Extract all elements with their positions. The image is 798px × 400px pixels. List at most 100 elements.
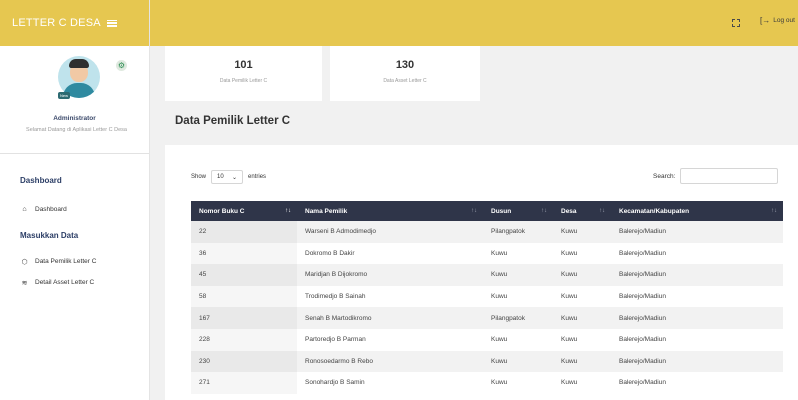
cell-dusun: Kuwu (491, 336, 508, 344)
search-label: Search: (653, 172, 676, 180)
hamburger-icon[interactable] (106, 19, 117, 27)
cell-kecamatan: Balerejo/Madiun (619, 293, 666, 301)
table-row: 167 Senah B Martodikromo Pilangpatok Kuw… (191, 307, 783, 329)
cell-desa: Kuwu (553, 350, 611, 373)
profile-panel: New ⚙ Administrator Selamat Datang di Ap… (0, 46, 149, 154)
home-icon: ⌂ (22, 206, 27, 213)
cube-icon: ⬡ (21, 258, 28, 266)
show-label: Show (191, 174, 207, 180)
topbar: [→ Log out (150, 0, 798, 46)
search-control: Search: (653, 168, 779, 184)
layers-icon: ≋ (21, 279, 28, 287)
sort-icon: ↑↓ (471, 208, 477, 214)
sort-icon: ↑↓ (771, 208, 777, 214)
table-row: 230 Ronosoedarmo B Rebo Kuwu Kuwu Balere… (191, 350, 783, 373)
logout-icon: [→ (760, 16, 771, 25)
cell-kecamatan: Balerejo/Madiun (611, 264, 783, 286)
nav-section-dashboard: Dashboard (20, 176, 62, 185)
sidebar-item-label: Detail Asset Letter C (35, 279, 95, 286)
table-row: 271 Sonohardjo B Samin Kuwu Kuwu Balerej… (191, 372, 783, 394)
entries-label: entries (248, 174, 267, 180)
cell-nomor: 228 (191, 328, 297, 351)
table-row: 36 Dokromo B Dakir Kuwu Kuwu Balerejo/Ma… (191, 242, 783, 265)
cell-desa: Kuwu (561, 293, 578, 301)
page-title: Data Pemilik Letter C (175, 115, 291, 127)
table-header-row: Nomor Buku C ↑↓ Nama Pemilik ↑↓ Dusun ↑↓ De… (191, 201, 783, 221)
table-row: 45 Maridjan B Dijokromo Kuwu Kuwu Balere… (191, 264, 783, 286)
brand-title[interactable]: LETTER C DESA (12, 17, 101, 29)
stat-label: Data Asset Letter C (383, 78, 427, 84)
table-row: 22 Warseni B Admodimedjo Pilangpatok Kuw… (191, 221, 783, 243)
cell-nama: Ronosoedarmo B Rebo (297, 350, 483, 373)
fullscreen-icon[interactable] (732, 19, 740, 27)
sort-icon: ↑↓ (599, 208, 605, 214)
cell-desa: Kuwu (553, 307, 611, 329)
gear-icon[interactable]: ⚙ (116, 60, 127, 71)
entries-value: 10 (217, 174, 224, 180)
column-header-nomor[interactable]: Nomor Buku C ↑↓ (191, 201, 297, 221)
stat-label: Data Pemilik Letter C (219, 78, 268, 84)
profile-name: Administrator (53, 115, 96, 122)
table-row: 58 Trodimedjo B Sainah Kuwu Kuwu Balerej… (191, 285, 783, 308)
sidebar-item-dashboard[interactable]: ⌂ Dashboard (20, 205, 67, 214)
cell-kecamatan: Balerejo/Madiun (611, 350, 783, 373)
stat-value: 130 (395, 59, 415, 71)
logout-button[interactable]: [→ Log out (760, 16, 795, 25)
cell-nama: Trodimedjo B Sainah (305, 293, 366, 301)
column-header-kecamatan[interactable]: Kecamatan/Kabupaten ↑↓ (611, 201, 783, 221)
cell-nomor: 58 (191, 285, 297, 308)
sidebar-item-label: Dashboard (35, 206, 67, 213)
column-header-nama[interactable]: Nama Pemilik ↑↓ (297, 201, 483, 221)
cell-nama: Warseni B Admodimedjo (297, 221, 483, 243)
cell-nama: Dokromo B Dakir (305, 249, 355, 257)
cell-nama: Sonohardjo B Samin (305, 379, 365, 387)
cell-dusun: Pilangpatok (483, 307, 553, 329)
avatar-badge: New (58, 92, 70, 99)
cell-kecamatan: Balerejo/Madiun (619, 379, 666, 387)
cell-dusun: Kuwu (483, 264, 553, 286)
table-row: 228 Partoredjo B Parman Kuwu Kuwu Balere… (191, 328, 783, 351)
stat-card-asset: 130 Data Asset Letter C (330, 46, 480, 101)
nav-section-input: Masukkan Data (20, 231, 79, 240)
search-input[interactable] (680, 168, 779, 184)
sort-icon: ↑↓ (541, 208, 547, 214)
brand-bar: LETTER C DESA (0, 0, 149, 46)
column-header-dusun[interactable]: Dusun ↑↓ (483, 201, 553, 221)
cell-desa: Kuwu (561, 379, 578, 387)
sidebar-item-pemilik[interactable]: ⬡ Data Pemilik Letter C (20, 257, 96, 266)
cell-desa: Kuwu (561, 336, 578, 344)
chevron-down-icon: ⌄ (231, 174, 238, 181)
profile-welcome: Selamat Datang di Aplikasi Letter C Desa (26, 127, 127, 133)
cell-nama: Partoredjo B Parman (305, 336, 366, 344)
stat-card-pemilik: 101 Data Pemilik Letter C (165, 46, 322, 101)
stat-value: 101 (234, 59, 253, 71)
data-table: Nomor Buku C ↑↓ Nama Pemilik ↑↓ Dusun ↑↓ De… (191, 201, 783, 394)
cell-desa: Kuwu (553, 221, 611, 243)
cell-nomor: 36 (191, 242, 297, 265)
cell-nomor: 22 (191, 221, 297, 243)
entries-select[interactable]: 10 ⌄ (211, 170, 244, 184)
cell-desa: Kuwu (561, 249, 578, 257)
sort-icon: ↑↓ (285, 208, 291, 214)
table-card: Show 10 ⌄ entries Search: Nomor Buku C ↑↓… (165, 145, 798, 400)
cell-nomor: 45 (191, 264, 297, 286)
column-header-desa[interactable]: Desa ↑↓ (553, 201, 611, 221)
cell-kecamatan: Balerejo/Madiun (619, 336, 666, 344)
cell-dusun: Kuwu (483, 350, 553, 373)
cell-nomor: 271 (191, 372, 297, 394)
cell-nomor: 167 (191, 307, 297, 329)
cell-dusun: Pilangpatok (483, 221, 553, 243)
cell-dusun: Kuwu (491, 249, 508, 257)
sidebar-item-label: Data Pemilik Letter C (35, 258, 97, 265)
sidebar: LETTER C DESA New ⚙ Administrator Selama… (0, 0, 150, 400)
cell-desa: Kuwu (553, 264, 611, 286)
cell-nomor: 230 (191, 350, 297, 373)
cell-kecamatan: Balerejo/Madiun (619, 249, 666, 257)
cell-nama: Senah B Martodikromo (297, 307, 483, 329)
logout-label: Log out (773, 17, 795, 24)
cell-dusun: Kuwu (491, 379, 508, 387)
cell-kecamatan: Balerejo/Madiun (611, 307, 783, 329)
cell-kecamatan: Balerejo/Madiun (611, 221, 783, 243)
sidebar-item-asset[interactable]: ≋ Detail Asset Letter C (20, 278, 95, 287)
length-control: Show 10 ⌄ entries (191, 170, 266, 184)
